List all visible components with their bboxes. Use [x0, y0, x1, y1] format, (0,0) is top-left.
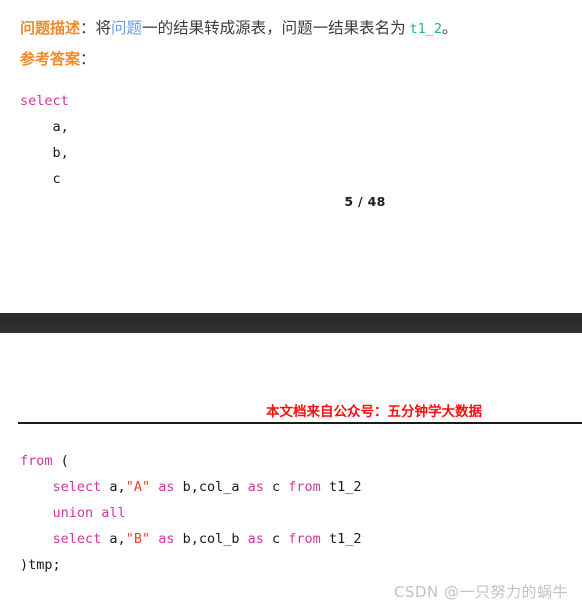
- document-source-banner: 本文档来自公众号：五分钟学大数据: [266, 404, 482, 420]
- question-description-text-1: 将: [95, 20, 112, 37]
- table-name-token: t1_2: [409, 21, 442, 37]
- page-indicator: 5 / 48: [344, 194, 386, 209]
- csdn-watermark: CSDN @一只努力的蜗牛: [393, 583, 568, 601]
- header-divider: [18, 422, 582, 424]
- code-token: from: [288, 479, 321, 495]
- question-description-text-2: 一的结果转成源表，问题一结果表名为: [142, 20, 410, 37]
- question-description-colon: ：: [80, 20, 96, 37]
- question-description-highlight: 问题: [111, 20, 143, 37]
- code-token: from: [288, 531, 321, 547]
- code-line: union all: [20, 500, 361, 526]
- question-description-label: 问题描述: [20, 19, 81, 37]
- code-token: c: [20, 171, 61, 187]
- code-token: (: [52, 453, 69, 469]
- question-description-line: 问题描述：将问题一的结果转成源表，问题一结果表名为 t1_2。: [20, 17, 457, 40]
- code-line: select a,"B" as b,col_b as c from t1_2: [20, 526, 362, 552]
- code-token: as: [247, 479, 264, 495]
- document-page-lower: 本文档来自公众号：五分钟学大数据 from ( select a,"A" as …: [0, 333, 582, 610]
- code-token: as: [158, 531, 175, 547]
- code-token: c: [263, 531, 289, 547]
- code-line: select a,"A" as b,col_a as c from t1_2: [20, 474, 362, 500]
- code-token: "B": [125, 531, 151, 547]
- code-token: b,col_a: [174, 479, 248, 495]
- code-token: as: [158, 479, 175, 495]
- code-line: b,: [20, 140, 69, 166]
- code-token: "A": [125, 479, 151, 495]
- code-token: c: [263, 479, 289, 495]
- code-token: t1_2: [320, 531, 362, 547]
- code-line: )tmp;: [20, 552, 361, 578]
- code-token: select: [20, 93, 69, 109]
- reference-answer-line: 参考答案：: [20, 48, 96, 71]
- code-token: b,: [20, 145, 69, 161]
- code-token: )tmp;: [20, 557, 61, 573]
- code-token: a,: [101, 479, 126, 495]
- code-line: c: [20, 166, 69, 192]
- code-line: select: [20, 88, 69, 114]
- page-separator-band: [0, 313, 582, 333]
- code-token: as: [247, 531, 264, 547]
- code-token: b,col_b: [174, 531, 248, 547]
- code-token: a,: [101, 531, 126, 547]
- code-token: t1_2: [320, 479, 362, 495]
- code-token: a,: [20, 119, 69, 135]
- code-token: union all: [52, 505, 126, 521]
- question-description-text-3: 。: [441, 20, 458, 37]
- code-token: from: [20, 453, 53, 469]
- reference-answer-label: 参考答案: [20, 50, 81, 68]
- code-token: select: [52, 531, 102, 547]
- code-token: select: [52, 479, 102, 495]
- sql-code-block-upper: select a, b, c: [20, 88, 69, 192]
- reference-answer-colon: ：: [80, 51, 96, 68]
- code-line: a,: [20, 114, 69, 140]
- document-page-upper: 问题描述：将问题一的结果转成源表，问题一结果表名为 t1_2。 参考答案： se…: [0, 0, 582, 313]
- code-line: from (: [20, 448, 361, 474]
- sql-code-block-lower: from ( select a,"A" as b,col_a as c from…: [20, 448, 361, 578]
